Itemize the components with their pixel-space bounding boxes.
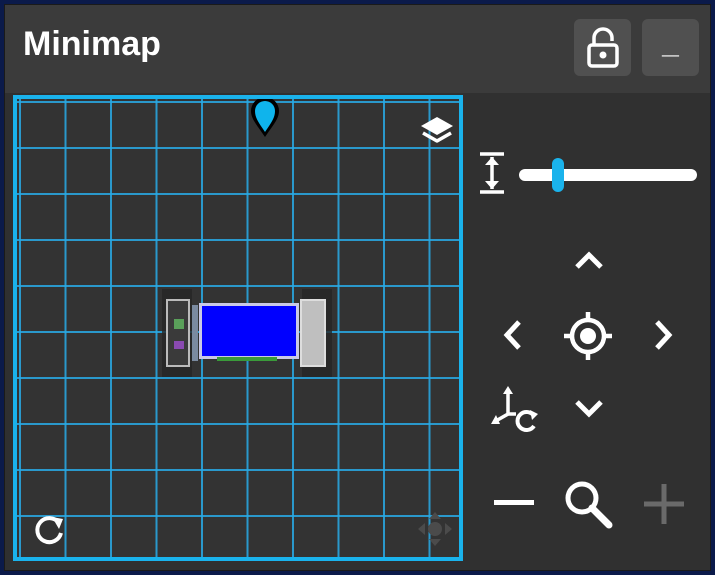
- map-view[interactable]: [13, 95, 463, 561]
- pan-down-button[interactable]: [565, 389, 613, 429]
- map-controls: [463, 93, 712, 572]
- rotate-axes-icon: [491, 386, 538, 432]
- chevron-up-icon: [575, 251, 603, 269]
- zoom-icon: [565, 481, 613, 529]
- vehicle: [162, 289, 332, 377]
- minimap-window: Minimap _: [4, 4, 711, 571]
- pan-left-button[interactable]: [493, 311, 533, 359]
- chevron-down-icon: [575, 400, 603, 418]
- location-pin-icon[interactable]: [247, 99, 283, 139]
- minimize-button[interactable]: _: [642, 19, 699, 76]
- height-icon: [480, 152, 504, 194]
- rotate-axes-button[interactable]: [487, 383, 545, 437]
- zoom-button[interactable]: [559, 475, 617, 533]
- titlebar: Minimap _: [5, 5, 710, 93]
- chevron-left-icon: [503, 320, 521, 350]
- recenter-button[interactable]: [561, 309, 615, 363]
- chevron-right-icon: [655, 320, 673, 350]
- height-slider-thumb[interactable]: [552, 158, 564, 192]
- minimize-label: _: [662, 26, 679, 60]
- zoom-in-button[interactable]: [639, 479, 689, 529]
- height-slider[interactable]: [519, 158, 697, 192]
- pan-up-button[interactable]: [565, 239, 613, 279]
- pan-right-button[interactable]: [643, 311, 683, 359]
- reset-rotation-icon[interactable]: [33, 513, 67, 547]
- unlock-icon: [586, 26, 619, 68]
- zoom-out-icon: [494, 500, 534, 505]
- layers-icon[interactable]: [417, 113, 457, 151]
- pan-move-icon: [418, 512, 452, 546]
- zoom-in-icon: [644, 484, 684, 524]
- crosshair-icon: [564, 312, 612, 360]
- zoom-out-button[interactable]: [489, 483, 539, 523]
- window-title: Minimap: [23, 25, 161, 63]
- lock-button[interactable]: [574, 19, 631, 76]
